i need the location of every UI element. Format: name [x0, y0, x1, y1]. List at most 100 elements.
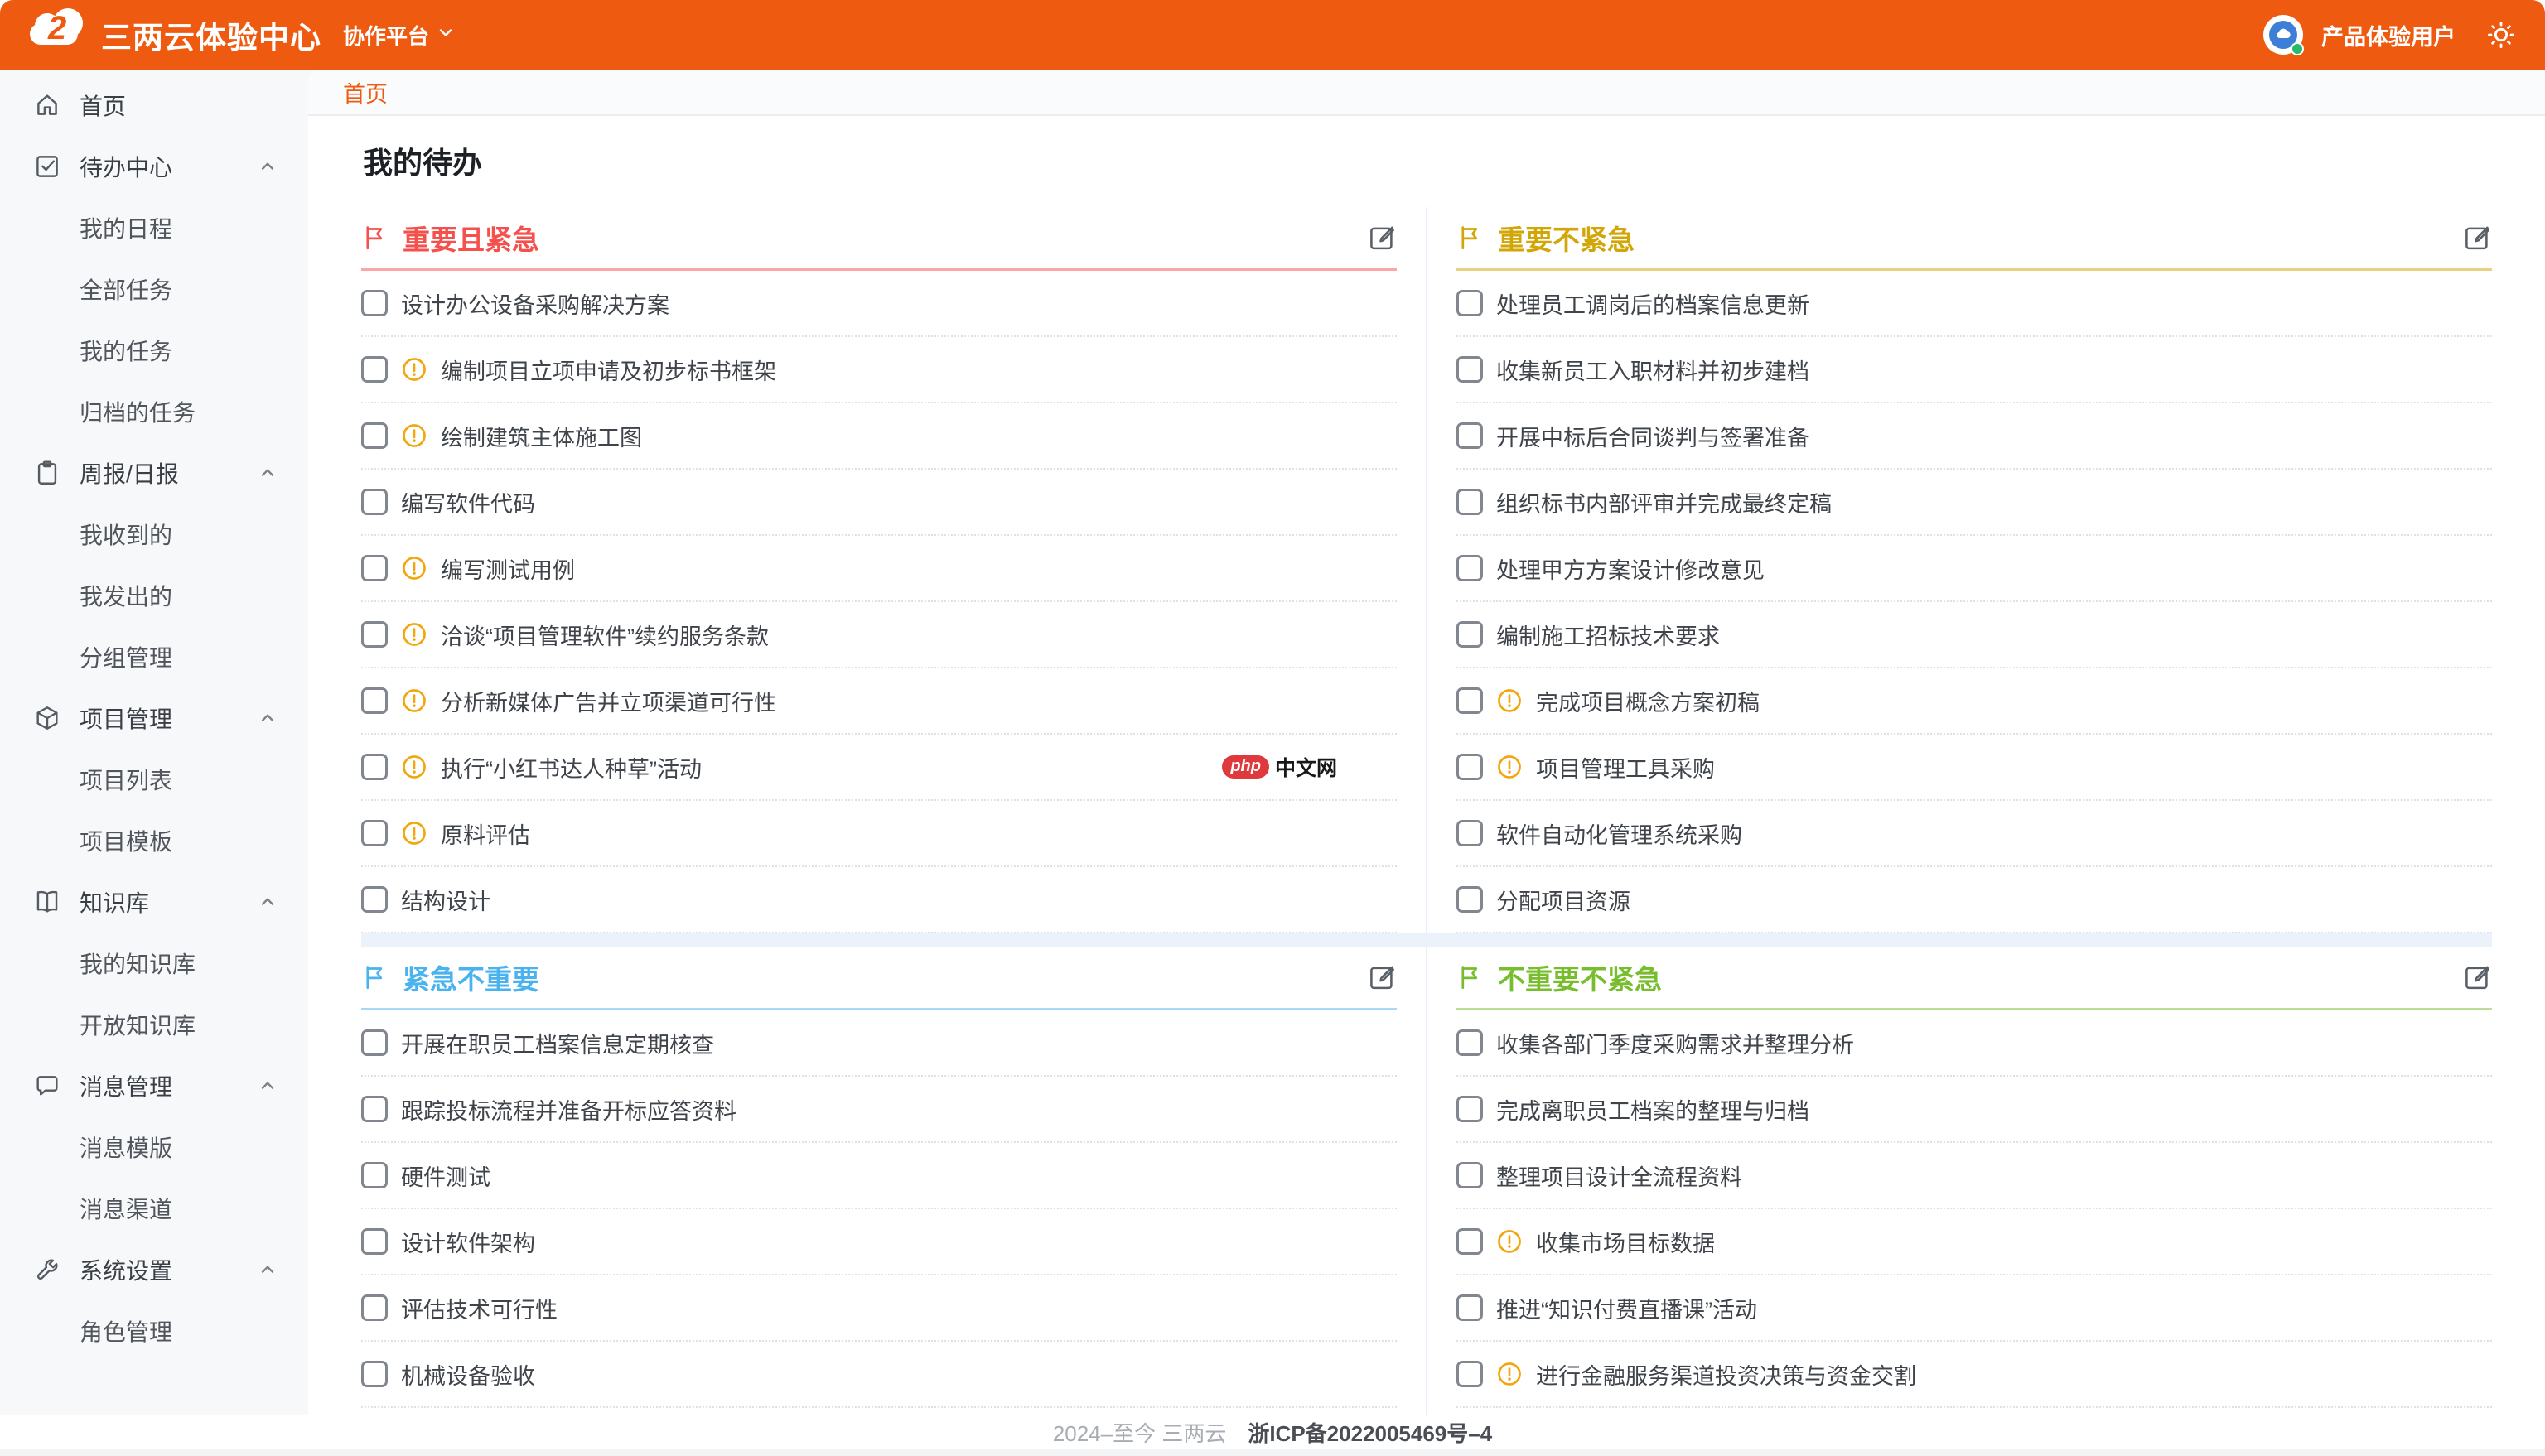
task-checkbox[interactable]: [1456, 1294, 1483, 1321]
chevron-down-icon: [436, 22, 456, 48]
sidebar-item-role-management[interactable]: 角色管理: [0, 1300, 308, 1362]
sidebar-item-archived-tasks[interactable]: 归档的任务: [0, 381, 308, 442]
task-checkbox[interactable]: [361, 555, 388, 581]
sidebar-item-home[interactable]: 首页: [0, 75, 308, 136]
task-checkbox[interactable]: [361, 422, 388, 449]
task-checkbox[interactable]: [1456, 754, 1483, 780]
task-row: 进行金融服务渠道投资决策与资金交割: [1456, 1342, 2492, 1408]
warning-icon: [401, 820, 427, 846]
task-checkbox[interactable]: [1456, 1029, 1483, 1056]
chevron-up-icon[interactable]: [257, 156, 278, 177]
task-checkbox[interactable]: [361, 754, 388, 780]
sidebar-item-label: 全部任务: [80, 272, 172, 306]
sidebar-item-message-template[interactable]: 消息模版: [0, 1116, 308, 1178]
sidebar-item-label: 消息管理: [80, 1069, 172, 1102]
sidebar-item-received[interactable]: 我收到的: [0, 504, 308, 565]
workspace-switcher[interactable]: 协作平台: [343, 20, 456, 51]
edit-quadrant-button[interactable]: [1367, 223, 1397, 253]
task-text: 执行“小红书达人种草”活动: [441, 751, 702, 783]
sidebar-item-project-template[interactable]: 项目模板: [0, 810, 308, 871]
task-text: 原料评估: [441, 817, 530, 850]
task-checkbox[interactable]: [361, 1294, 388, 1321]
task-checkbox[interactable]: [1456, 1361, 1483, 1387]
task-checkbox[interactable]: [361, 886, 388, 913]
quadrant-important-urgent: 重要且紧急设计办公设备采购解决方案编制项目立项申请及初步标书框架绘制建筑主体施工…: [361, 207, 1397, 933]
task-checkbox[interactable]: [361, 687, 388, 714]
task-checkbox[interactable]: [361, 356, 388, 383]
chevron-up-icon[interactable]: [257, 1259, 278, 1280]
breadcrumb-home-link[interactable]: 首页: [343, 76, 388, 108]
task-checkbox[interactable]: [1456, 687, 1483, 714]
task-checkbox[interactable]: [361, 1096, 388, 1122]
avatar[interactable]: [2263, 15, 2303, 55]
flag-icon: [1456, 963, 1485, 991]
task-row: 完成离职员工档案的整理与归档: [1456, 1077, 2492, 1143]
task-text: 开展中标后合同谈判与签署准备: [1496, 420, 1809, 452]
task-checkbox[interactable]: [361, 489, 388, 515]
sidebar-item-my-tasks[interactable]: 我的任务: [0, 320, 308, 381]
task-checkbox[interactable]: [361, 290, 388, 316]
task-checkbox[interactable]: [361, 621, 388, 648]
quadrant-separator-band: [361, 933, 2492, 947]
chevron-up-icon[interactable]: [257, 462, 278, 484]
app-title: 三两云体验中心: [101, 12, 321, 57]
task-checkbox[interactable]: [1456, 1228, 1483, 1255]
task-checkbox[interactable]: [361, 1228, 388, 1255]
quadrant-title: 重要不紧急: [1498, 218, 1635, 258]
task-row: 原料评估: [361, 801, 1397, 867]
sidebar-item-todo-center[interactable]: 待办中心: [0, 136, 308, 197]
sidebar-item-my-knowledge[interactable]: 我的知识库: [0, 933, 308, 994]
task-text: 收集各部门季度采购需求并整理分析: [1496, 1027, 1854, 1059]
task-checkbox[interactable]: [1456, 422, 1483, 449]
sidebar-item-group-management[interactable]: 分组管理: [0, 626, 308, 687]
task-row: [1456, 1408, 2492, 1415]
bottom-strip: [0, 1449, 2545, 1456]
task-checkbox[interactable]: [1456, 356, 1483, 383]
task-row: 分析新媒体广告并立项渠道可行性: [361, 668, 1397, 735]
chevron-up-icon[interactable]: [257, 1075, 278, 1097]
sidebar-item-sent[interactable]: 我发出的: [0, 565, 308, 626]
task-checkbox[interactable]: [361, 820, 388, 846]
task-checkbox[interactable]: [1456, 1096, 1483, 1122]
icp-license-link[interactable]: 浙ICP备2022005469号–4: [1248, 1417, 1492, 1448]
task-row: 硬件测试: [361, 1143, 1397, 1209]
sidebar-item-message-management[interactable]: 消息管理: [0, 1055, 308, 1116]
task-checkbox[interactable]: [361, 1162, 388, 1188]
task-checkbox[interactable]: [1456, 555, 1483, 581]
quadrant-grid: 重要且紧急设计办公设备采购解决方案编制项目立项申请及初步标书框架绘制建筑主体施工…: [361, 207, 2492, 1415]
task-checkbox[interactable]: [1456, 820, 1483, 846]
sidebar-item-system-settings[interactable]: 系统设置: [0, 1239, 308, 1300]
task-checkbox[interactable]: [361, 1029, 388, 1056]
sidebar-item-project-list[interactable]: 项目列表: [0, 749, 308, 810]
task-checkbox[interactable]: [1456, 489, 1483, 515]
task-row: 跟踪投标流程并准备开标应答资料: [361, 1077, 1397, 1143]
chevron-up-icon[interactable]: [257, 707, 278, 729]
warning-icon: [401, 687, 427, 714]
sidebar-item-my-schedule[interactable]: 我的日程: [0, 197, 308, 258]
edit-quadrant-button[interactable]: [2462, 962, 2492, 992]
theme-toggle-sun-icon[interactable]: [2485, 19, 2517, 51]
app-header: 2 三两云体验中心 协作平台 产品体验用户: [0, 0, 2545, 70]
task-checkbox[interactable]: [1456, 621, 1483, 648]
sidebar-item-knowledge-base[interactable]: 知识库: [0, 871, 308, 933]
task-checkbox[interactable]: [1456, 886, 1483, 913]
php-cn-watermark: php中文网: [1222, 752, 1337, 782]
task-row: 收集各部门季度采购需求并整理分析: [1456, 1010, 2492, 1077]
page-title: 我的待办: [363, 139, 2492, 182]
task-text: 收集新员工入职材料并初步建档: [1496, 354, 1809, 386]
edit-quadrant-button[interactable]: [1367, 962, 1397, 992]
task-row: 机械设备验收: [361, 1342, 1397, 1408]
task-checkbox[interactable]: [361, 1361, 388, 1387]
sidebar-item-all-tasks[interactable]: 全部任务: [0, 258, 308, 320]
sidebar-item-weekly-daily-report[interactable]: 周报/日报: [0, 442, 308, 504]
task-text: 评估技术可行性: [401, 1292, 558, 1324]
chevron-up-icon[interactable]: [257, 891, 278, 913]
quadrant-urgent-not-important: 紧急不重要开展在职员工档案信息定期核查跟踪投标流程并准备开标应答资料硬件测试设计…: [361, 947, 1397, 1415]
task-checkbox[interactable]: [1456, 290, 1483, 316]
task-checkbox[interactable]: [1456, 1162, 1483, 1188]
sidebar-item-project-management[interactable]: 项目管理: [0, 687, 308, 749]
flag-icon: [361, 224, 389, 252]
sidebar-item-message-channel[interactable]: 消息渠道: [0, 1178, 308, 1239]
edit-quadrant-button[interactable]: [2462, 223, 2492, 253]
sidebar-item-open-knowledge[interactable]: 开放知识库: [0, 994, 308, 1055]
